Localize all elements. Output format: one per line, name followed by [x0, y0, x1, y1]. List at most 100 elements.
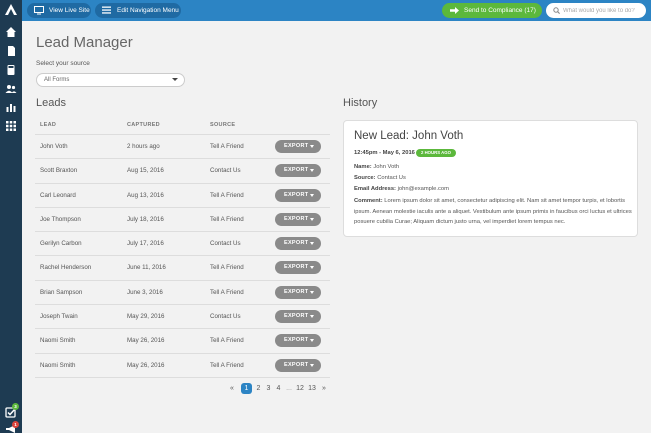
table-row[interactable]: Joseph Twain May 29, 2016 Contact Us EXPORT — [35, 305, 330, 330]
caret-down-icon — [310, 242, 314, 246]
caret-down-icon — [310, 290, 314, 294]
export-label: EXPORT — [284, 167, 309, 174]
pagination-page-13[interactable]: 13 — [307, 383, 317, 394]
pagination-page-3[interactable]: 3 — [265, 383, 272, 394]
comment-label: Comment: — [354, 198, 383, 204]
caret-down-icon — [310, 169, 314, 173]
name-label: Name: — [354, 164, 372, 170]
history-heading: History — [343, 97, 378, 109]
history-card: New Lead: John Voth 12:45pm - May 6, 201… — [343, 120, 638, 237]
export-label: EXPORT — [284, 215, 309, 222]
leads-heading: Leads — [36, 97, 66, 109]
pagination: « 1 2 3 4 ... 12 13 » — [228, 383, 328, 394]
export-button[interactable]: EXPORT — [275, 164, 321, 178]
lead-name: Scott Braxton — [40, 167, 78, 175]
logo-icon[interactable] — [4, 3, 18, 17]
source-label: Select your source — [36, 60, 90, 67]
lead-name: Rachel Henderson — [40, 264, 92, 272]
lead-captured: Aug 13, 2016 — [127, 191, 164, 199]
table-row[interactable]: Brian Sampson June 3, 2016 Tell A Friend EX… — [35, 281, 330, 306]
export-label: EXPORT — [284, 288, 309, 295]
table-row[interactable]: John Voth 2 hours ago Tell A Friend EXPORT — [35, 135, 330, 160]
edit-navigation-label: Edit Navigation Menu — [117, 7, 179, 14]
lead-source: Tell A Friend — [210, 215, 244, 223]
lead-source: Tell A Friend — [210, 337, 244, 345]
pagination-page-12[interactable]: 12 — [295, 383, 305, 394]
view-live-site-button[interactable]: View Live Site — [27, 3, 91, 18]
lead-captured: June 3, 2016 — [127, 288, 163, 296]
lead-source: Tell A Friend — [210, 143, 244, 150]
alerts-badge: 1 — [12, 421, 19, 428]
lead-captured: May 26, 2016 — [127, 337, 165, 345]
bar-chart-icon[interactable] — [5, 101, 17, 113]
search-icon — [553, 7, 560, 14]
caret-down-icon — [310, 339, 314, 343]
arrow-right-icon — [450, 7, 459, 14]
lead-source: Tell A Friend — [210, 264, 244, 272]
table-row[interactable]: Rachel Henderson June 11, 2016 Tell A Frie… — [35, 256, 330, 281]
lead-name: Joseph Twain — [40, 313, 78, 321]
table-row[interactable]: Naomi Smith May 26, 2016 Tell A Friend EXPO… — [35, 354, 330, 378]
pagination-next[interactable]: » — [320, 383, 328, 394]
leads-table: LEAD CAPTURED SOURCE John Voth 2 hours ag… — [35, 116, 330, 378]
export-button[interactable]: EXPORT — [275, 212, 321, 226]
lead-name: Gerilyn Carbon — [40, 240, 82, 248]
lead-source: Contact Us — [210, 240, 241, 248]
document-icon[interactable] — [5, 45, 17, 57]
table-row[interactable]: Joe Thompson July 18, 2016 Tell A Friend EX… — [35, 208, 330, 233]
export-label: EXPORT — [284, 143, 309, 149]
history-timestamp: 12:45pm - May 6, 2016 — [354, 150, 415, 156]
home-icon[interactable] — [5, 26, 17, 38]
apps-grid-icon[interactable] — [5, 120, 17, 132]
export-button[interactable]: EXPORT — [275, 140, 321, 153]
caret-down-icon — [310, 266, 314, 270]
caret-down-icon — [310, 315, 314, 319]
table-row[interactable]: Naomi Smith May 26, 2016 Tell A Friend EXPO… — [35, 329, 330, 354]
column-header-source[interactable]: SOURCE — [210, 122, 235, 128]
lead-name: John Voth — [40, 143, 68, 150]
history-name-field: Name: John Voth — [354, 164, 399, 170]
column-header-captured[interactable]: CAPTURED — [127, 122, 160, 128]
pagination-page-4[interactable]: 4 — [275, 383, 282, 394]
export-button[interactable]: EXPORT — [275, 237, 321, 251]
table-row[interactable]: Carl Leonard Aug 13, 2016 Tell A Friend EXP… — [35, 184, 330, 208]
export-button[interactable]: EXPORT — [275, 334, 321, 348]
table-row[interactable]: Scott Braxton Aug 15, 2016 Contact Us EXPOR… — [35, 159, 330, 184]
pagination-ellipsis: ... — [286, 385, 292, 392]
pagination-page-2[interactable]: 2 — [255, 383, 262, 394]
export-label: EXPORT — [284, 240, 309, 247]
send-to-compliance-button[interactable]: Send to Compliance (17) — [442, 3, 542, 18]
search-input[interactable] — [563, 3, 643, 18]
top-bar: View Live Site Edit Navigation Menu Send… — [22, 0, 651, 21]
edit-navigation-menu-button[interactable]: Edit Navigation Menu — [95, 3, 181, 18]
export-button[interactable]: EXPORT — [275, 358, 321, 372]
caret-down-icon — [172, 78, 178, 81]
email-value[interactable]: john@example.com — [398, 186, 449, 192]
lead-captured: May 26, 2016 — [127, 361, 165, 369]
source-select[interactable]: All Forms — [36, 73, 185, 87]
source-field-value: Contact Us — [377, 175, 406, 181]
source-select-value: All Forms — [44, 77, 70, 83]
export-button[interactable]: EXPORT — [275, 261, 321, 275]
export-button[interactable]: EXPORT — [275, 188, 321, 202]
calculator-icon[interactable] — [5, 64, 17, 76]
lead-source: Tell A Friend — [210, 288, 244, 296]
pagination-prev[interactable]: « — [228, 383, 236, 394]
column-header-lead[interactable]: LEAD — [40, 122, 56, 128]
lead-name: Carl Leonard — [40, 191, 76, 199]
users-icon[interactable] — [5, 83, 17, 95]
caret-down-icon — [310, 145, 314, 148]
export-button[interactable]: EXPORT — [275, 310, 321, 324]
lead-captured: July 17, 2016 — [127, 240, 164, 248]
time-ago-badge: 2 HOURS AGO — [416, 149, 456, 157]
export-button[interactable]: EXPORT — [275, 285, 321, 299]
export-label: EXPORT — [284, 313, 309, 320]
lead-captured: Aug 15, 2016 — [127, 167, 164, 175]
source-field-label: Source: — [354, 175, 376, 181]
pagination-page-1[interactable]: 1 — [241, 383, 252, 394]
history-source-field: Source: Contact Us — [354, 175, 406, 181]
hamburger-menu-icon — [102, 6, 111, 14]
table-row[interactable]: Gerilyn Carbon July 17, 2016 Contact Us EXP… — [35, 232, 330, 257]
lead-source: Tell A Friend — [210, 191, 244, 199]
export-label: EXPORT — [284, 191, 309, 198]
